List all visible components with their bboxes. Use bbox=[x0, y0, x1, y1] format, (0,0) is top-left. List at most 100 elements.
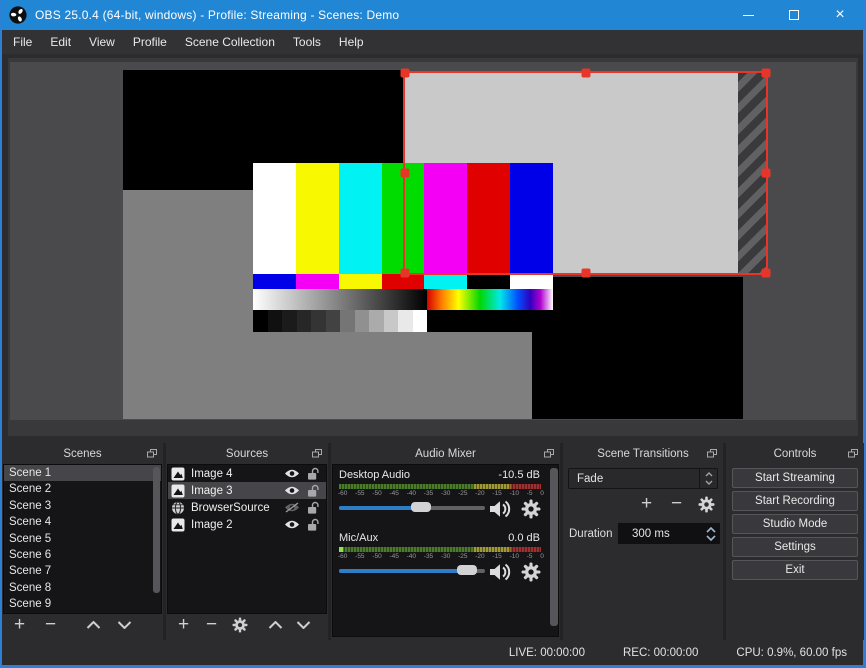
channel-volume-db: -10.5 dB bbox=[498, 469, 540, 481]
source-label: Image 4 bbox=[191, 467, 233, 480]
scene-move-up-button[interactable] bbox=[85, 617, 102, 634]
duration-spinner[interactable] bbox=[701, 523, 720, 544]
resize-handle-bottom-left[interactable] bbox=[400, 268, 410, 278]
transition-select[interactable]: Fade bbox=[568, 468, 718, 489]
channel-gear-icon[interactable] bbox=[521, 499, 541, 519]
duration-spinbox[interactable]: 300 ms bbox=[617, 522, 721, 545]
start-streaming-button[interactable]: Start Streaming bbox=[732, 468, 858, 488]
resize-handle-top-right[interactable] bbox=[761, 68, 771, 78]
close-button[interactable]: × bbox=[817, 0, 863, 30]
resize-handle-top-center[interactable] bbox=[581, 68, 590, 78]
visibility-eye-icon[interactable] bbox=[284, 468, 300, 479]
minimize-button[interactable] bbox=[725, 0, 771, 30]
float-panel-icon[interactable] bbox=[147, 449, 157, 458]
scene-list-item[interactable]: Scene 2 bbox=[4, 481, 161, 497]
lock-open-icon[interactable] bbox=[305, 467, 321, 481]
menu-item-edit[interactable]: Edit bbox=[41, 30, 80, 54]
remove-source-button[interactable]: − bbox=[203, 615, 220, 634]
volume-slider[interactable] bbox=[339, 502, 485, 513]
speaker-icon[interactable] bbox=[489, 562, 513, 582]
float-panel-icon[interactable] bbox=[544, 449, 554, 458]
scenes-panel: Scenes Scene 1 Scene 2 Scene 3 Scene 4 Scene… bbox=[2, 443, 163, 640]
scene-list-item[interactable]: Scene 5 bbox=[4, 531, 161, 547]
source-list-item[interactable]: Image 2 bbox=[168, 516, 326, 533]
speaker-icon[interactable] bbox=[489, 499, 513, 519]
scene-transitions-title: Scene Transitions bbox=[597, 447, 689, 460]
source-black-rect-bottom[interactable] bbox=[532, 277, 743, 419]
menu-item-help[interactable]: Help bbox=[330, 30, 373, 54]
visibility-eye-icon[interactable] bbox=[284, 485, 300, 496]
browser-source-icon bbox=[171, 500, 185, 515]
visibility-eye-icon[interactable] bbox=[284, 519, 300, 530]
duration-label: Duration bbox=[569, 528, 613, 540]
scene-list-item[interactable]: Scene 8 bbox=[4, 580, 161, 596]
transition-buttons: + − bbox=[563, 493, 715, 515]
sources-toolbar: + − bbox=[166, 614, 328, 636]
scene-list-item[interactable]: Scene 1 bbox=[4, 465, 161, 482]
transition-properties-gear-icon[interactable] bbox=[698, 495, 715, 513]
menu-item-profile[interactable]: Profile bbox=[124, 30, 176, 54]
combo-spinner[interactable] bbox=[699, 469, 717, 488]
scenes-scrollbar[interactable] bbox=[153, 466, 160, 612]
remove-transition-button[interactable]: − bbox=[668, 494, 685, 513]
selection-bounding-box[interactable] bbox=[400, 68, 771, 278]
scene-list-item[interactable]: Scene 9 bbox=[4, 596, 161, 612]
add-transition-button[interactable]: + bbox=[638, 494, 655, 513]
cpu-fps: CPU: 0.9%, 60.00 fps bbox=[736, 646, 847, 659]
menu-item-file[interactable]: File bbox=[4, 30, 41, 54]
scene-list-item[interactable]: Scene 6 bbox=[4, 547, 161, 563]
channel-gear-icon[interactable] bbox=[521, 562, 541, 582]
float-panel-icon[interactable] bbox=[848, 449, 858, 458]
controls-title: Controls bbox=[773, 447, 817, 460]
scene-move-down-button[interactable] bbox=[116, 617, 133, 634]
lock-open-icon[interactable] bbox=[305, 484, 321, 498]
audio-mixer-panel: Audio Mixer Desktop Audio -10.5 dB -60 -5… bbox=[331, 443, 560, 640]
dock-area: Scenes Scene 1 Scene 2 Scene 3 Scene 4 Scene… bbox=[2, 443, 864, 640]
sources-title: Sources bbox=[225, 447, 269, 460]
scenes-list: Scene 1 Scene 2 Scene 3 Scene 4 Scene 5 Scene… bbox=[3, 464, 162, 614]
scenes-header[interactable]: Scenes bbox=[2, 443, 163, 464]
menu-item-scene-collection[interactable]: Scene Collection bbox=[176, 30, 284, 54]
controls-header[interactable]: Controls bbox=[726, 443, 864, 464]
source-move-up-button[interactable] bbox=[267, 617, 284, 634]
scene-list-item[interactable]: Scene 7 bbox=[4, 563, 161, 579]
resize-handle-middle-left[interactable] bbox=[400, 168, 410, 178]
studio-mode-button[interactable]: Studio Mode bbox=[732, 514, 858, 534]
scenes-toolbar: + − bbox=[2, 614, 163, 636]
scene-list-item[interactable]: Scene 4 bbox=[4, 514, 161, 530]
float-panel-icon[interactable] bbox=[707, 449, 717, 458]
source-list-item[interactable]: Image 3 bbox=[168, 482, 326, 499]
resize-handle-bottom-center[interactable] bbox=[581, 268, 590, 278]
scene-list-item[interactable]: Scene 3 bbox=[4, 498, 161, 514]
image-source-icon bbox=[171, 484, 185, 498]
audio-mixer-header[interactable]: Audio Mixer bbox=[331, 443, 560, 464]
duration-value: 300 ms bbox=[632, 527, 670, 540]
scene-transitions-header[interactable]: Scene Transitions bbox=[563, 443, 723, 464]
resize-handle-top-left[interactable] bbox=[400, 68, 410, 78]
start-recording-button[interactable]: Start Recording bbox=[732, 491, 858, 511]
float-panel-icon[interactable] bbox=[312, 449, 322, 458]
source-list-item[interactable]: BrowserSource bbox=[168, 499, 326, 516]
close-icon: × bbox=[835, 6, 845, 23]
visibility-eye-off-icon[interactable] bbox=[284, 502, 300, 513]
resize-handle-middle-right[interactable] bbox=[761, 168, 771, 178]
lock-open-icon[interactable] bbox=[305, 501, 321, 515]
remove-scene-button[interactable]: − bbox=[42, 615, 59, 634]
maximize-button[interactable] bbox=[771, 0, 817, 30]
mixer-scrollbar[interactable] bbox=[550, 466, 558, 635]
exit-button[interactable]: Exit bbox=[732, 560, 858, 580]
source-move-down-button[interactable] bbox=[295, 617, 312, 634]
menu-item-view[interactable]: View bbox=[80, 30, 124, 54]
lock-open-icon[interactable] bbox=[305, 518, 321, 532]
title-bar: OBS 25.0.4 (64-bit, windows) - Profile: … bbox=[2, 0, 863, 30]
volume-meter bbox=[339, 547, 541, 552]
settings-button[interactable]: Settings bbox=[732, 537, 858, 557]
resize-handle-bottom-right[interactable] bbox=[761, 268, 771, 278]
source-properties-gear-icon[interactable] bbox=[231, 617, 248, 634]
add-source-button[interactable]: + bbox=[175, 615, 192, 634]
volume-slider[interactable] bbox=[339, 565, 485, 576]
sources-header[interactable]: Sources bbox=[166, 443, 328, 464]
source-list-item[interactable]: Image 4 bbox=[168, 465, 326, 482]
add-scene-button[interactable]: + bbox=[11, 615, 28, 634]
menu-item-tools[interactable]: Tools bbox=[284, 30, 330, 54]
